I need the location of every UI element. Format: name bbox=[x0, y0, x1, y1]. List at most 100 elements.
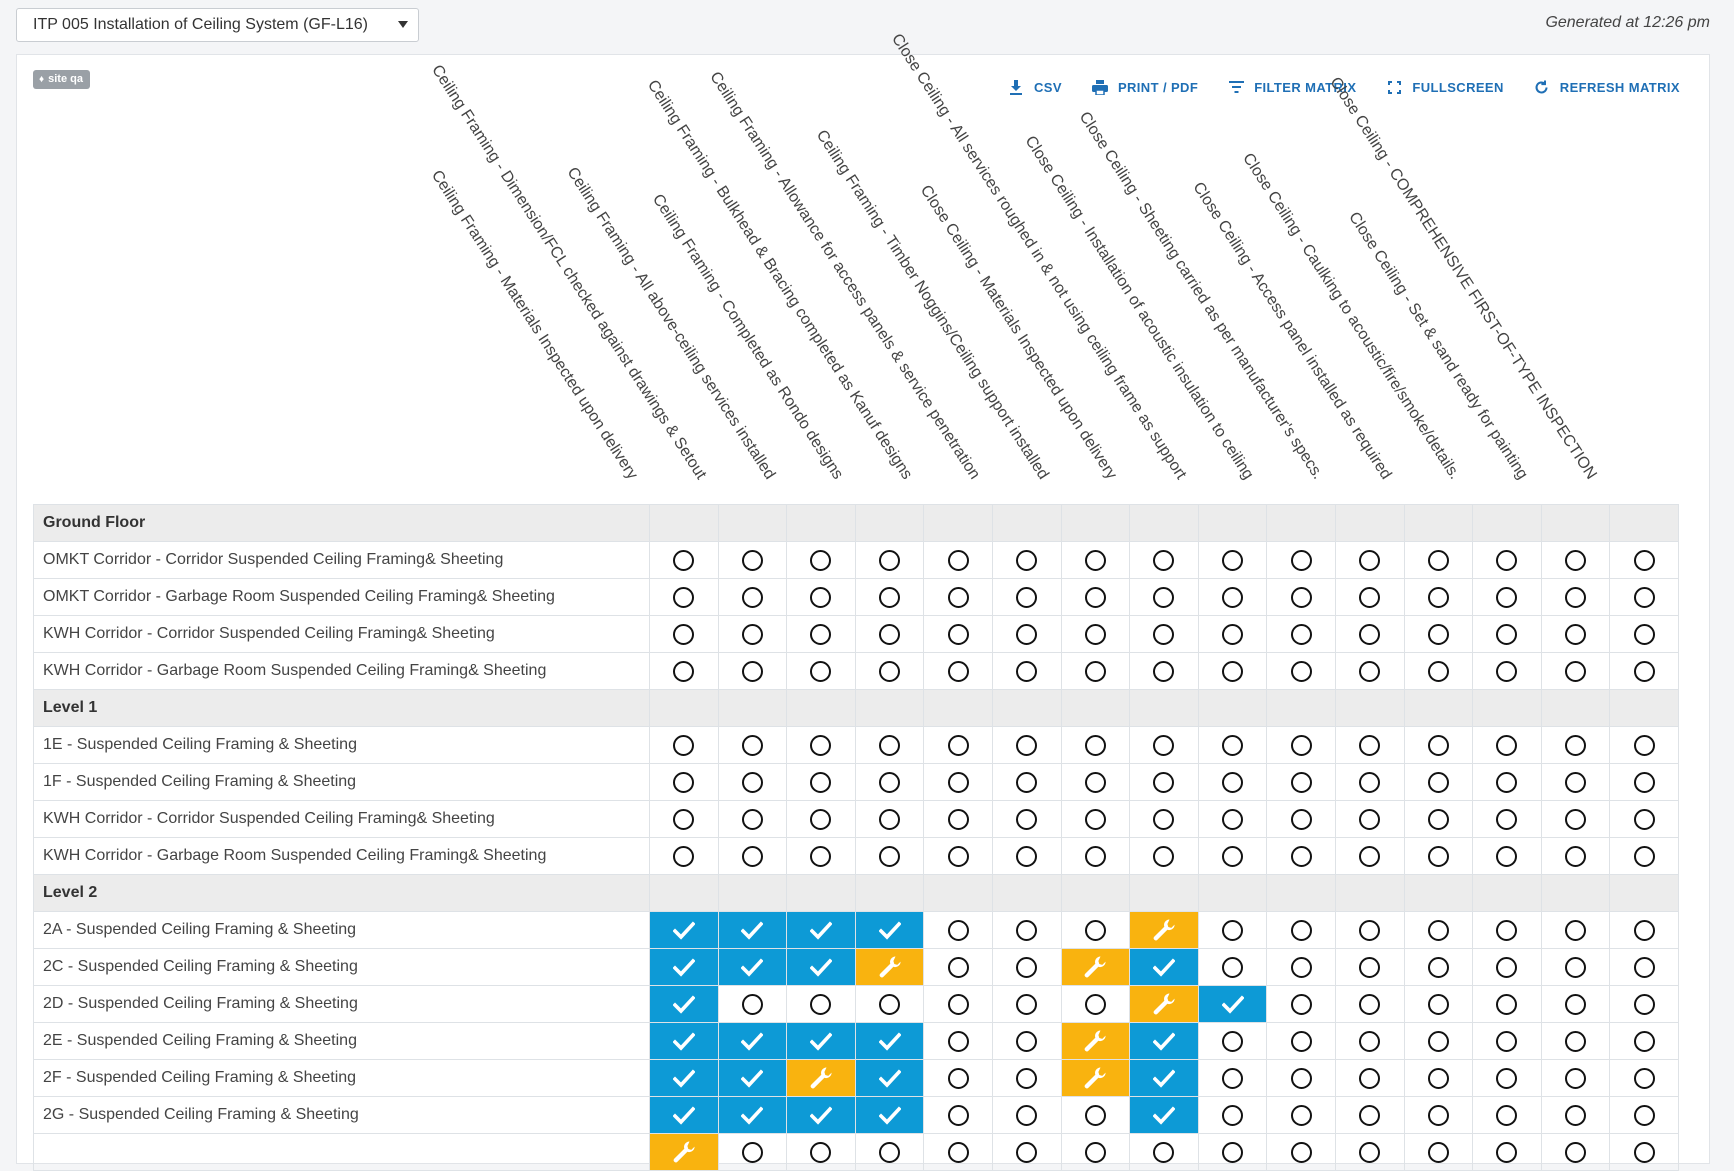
status-cell-not-started[interactable] bbox=[1472, 615, 1542, 653]
status-cell-not-started[interactable] bbox=[1540, 1133, 1611, 1171]
status-cell-not-started[interactable] bbox=[649, 541, 719, 579]
status-cell-not-started[interactable] bbox=[1266, 726, 1336, 764]
status-cell-not-started[interactable] bbox=[991, 800, 1062, 838]
status-cell-not-started[interactable] bbox=[1060, 541, 1131, 579]
status-cell-not-started[interactable] bbox=[1609, 1022, 1679, 1060]
status-cell-completed[interactable] bbox=[649, 948, 719, 986]
status-cell-not-started[interactable] bbox=[991, 615, 1062, 653]
status-cell-not-started[interactable] bbox=[717, 578, 788, 616]
status-cell-not-started[interactable] bbox=[1540, 985, 1611, 1023]
status-cell-not-started[interactable] bbox=[1403, 726, 1474, 764]
status-cell-not-started[interactable] bbox=[1197, 1059, 1268, 1097]
row-label[interactable]: KWH Corridor - Garbage Room Suspended Ce… bbox=[33, 837, 650, 875]
status-cell-not-started[interactable] bbox=[854, 726, 925, 764]
filter-matrix-button[interactable]: FILTER MATRIX bbox=[1228, 79, 1356, 95]
status-cell-not-started[interactable] bbox=[717, 800, 788, 838]
status-cell-not-started[interactable] bbox=[1403, 1022, 1474, 1060]
status-cell-not-started[interactable] bbox=[1060, 652, 1131, 690]
column-header[interactable]: Ceiling Framing - Completed as Rondo des… bbox=[648, 191, 846, 483]
status-cell-not-started[interactable] bbox=[1472, 948, 1542, 986]
status-cell-not-started[interactable] bbox=[786, 541, 856, 579]
status-cell-not-started[interactable] bbox=[1334, 615, 1405, 653]
status-cell-not-started[interactable] bbox=[1197, 652, 1268, 690]
status-cell-not-started[interactable] bbox=[649, 800, 719, 838]
status-cell-not-started[interactable] bbox=[1334, 763, 1405, 801]
status-cell-not-started[interactable] bbox=[1129, 837, 1199, 875]
status-cell-completed[interactable] bbox=[717, 911, 788, 949]
status-cell-not-started[interactable] bbox=[923, 541, 993, 579]
status-cell-not-started[interactable] bbox=[1472, 763, 1542, 801]
status-cell-not-started[interactable] bbox=[1060, 1133, 1131, 1171]
status-cell-not-started[interactable] bbox=[923, 837, 993, 875]
status-cell-not-started[interactable] bbox=[991, 1096, 1062, 1134]
status-cell-not-started[interactable] bbox=[991, 763, 1062, 801]
status-cell-not-started[interactable] bbox=[1472, 800, 1542, 838]
status-cell-not-started[interactable] bbox=[1609, 948, 1679, 986]
status-cell-not-started[interactable] bbox=[1060, 1096, 1131, 1134]
status-cell-not-started[interactable] bbox=[717, 985, 788, 1023]
status-cell-not-started[interactable] bbox=[1609, 1059, 1679, 1097]
status-cell-not-started[interactable] bbox=[1060, 615, 1131, 653]
status-cell-not-started[interactable] bbox=[1609, 837, 1679, 875]
status-cell-completed[interactable] bbox=[854, 1096, 925, 1134]
status-cell-not-started[interactable] bbox=[1266, 652, 1336, 690]
status-cell-completed[interactable] bbox=[649, 1059, 719, 1097]
row-label[interactable]: 1E - Suspended Ceiling Framing & Sheetin… bbox=[33, 726, 650, 764]
status-cell-not-started[interactable] bbox=[1540, 1059, 1611, 1097]
column-header[interactable]: Ceiling Framing - Timber Noggins/Ceiling… bbox=[812, 127, 1052, 483]
status-cell-completed[interactable] bbox=[717, 1059, 788, 1097]
status-cell-not-started[interactable] bbox=[1540, 541, 1611, 579]
status-cell-not-started[interactable] bbox=[1334, 911, 1405, 949]
status-cell-not-started[interactable] bbox=[923, 1096, 993, 1134]
status-cell-not-started[interactable] bbox=[1609, 800, 1679, 838]
status-cell-not-started[interactable] bbox=[649, 615, 719, 653]
status-cell-not-started[interactable] bbox=[1540, 837, 1611, 875]
status-cell-not-started[interactable] bbox=[1129, 578, 1199, 616]
status-cell-not-started[interactable] bbox=[1403, 1096, 1474, 1134]
status-cell-not-started[interactable] bbox=[1540, 948, 1611, 986]
status-cell-not-started[interactable] bbox=[786, 615, 856, 653]
status-cell-not-started[interactable] bbox=[991, 652, 1062, 690]
status-cell-not-started[interactable] bbox=[717, 541, 788, 579]
row-label[interactable]: 2D - Suspended Ceiling Framing & Sheetin… bbox=[33, 985, 650, 1023]
status-cell-not-started[interactable] bbox=[923, 1059, 993, 1097]
status-cell-not-started[interactable] bbox=[717, 652, 788, 690]
status-cell-not-started[interactable] bbox=[1266, 615, 1336, 653]
status-cell-not-started[interactable] bbox=[1266, 837, 1336, 875]
status-cell-not-started[interactable] bbox=[1403, 652, 1474, 690]
status-cell-not-started[interactable] bbox=[717, 837, 788, 875]
row-label[interactable]: 2A - Suspended Ceiling Framing & Sheetin… bbox=[33, 911, 650, 949]
status-cell-completed[interactable] bbox=[786, 1022, 856, 1060]
status-cell-not-started[interactable] bbox=[991, 911, 1062, 949]
csv-button[interactable]: CSV bbox=[1008, 79, 1062, 95]
status-cell-not-started[interactable] bbox=[854, 615, 925, 653]
status-cell-not-started[interactable] bbox=[1334, 652, 1405, 690]
column-header[interactable]: Close Ceiling - Access panel installed a… bbox=[1188, 179, 1394, 483]
status-cell-not-started[interactable] bbox=[1403, 615, 1474, 653]
status-cell-not-started[interactable] bbox=[1334, 837, 1405, 875]
column-header[interactable]: Ceiling Framing - Materials Inspected up… bbox=[427, 167, 641, 483]
status-cell-not-started[interactable] bbox=[1609, 652, 1679, 690]
status-cell-not-started[interactable] bbox=[786, 763, 856, 801]
status-cell-not-started[interactable] bbox=[649, 837, 719, 875]
status-cell-rework[interactable] bbox=[1129, 911, 1199, 949]
status-cell-rework[interactable] bbox=[1060, 948, 1131, 986]
status-cell-not-started[interactable] bbox=[1266, 1059, 1336, 1097]
status-cell-not-started[interactable] bbox=[1403, 1059, 1474, 1097]
column-header[interactable]: Ceiling Framing - All above-ceiling serv… bbox=[562, 164, 778, 483]
tag-badge[interactable]: ♦ site qa bbox=[33, 70, 90, 89]
status-cell-not-started[interactable] bbox=[786, 578, 856, 616]
status-cell-not-started[interactable] bbox=[1403, 911, 1474, 949]
status-cell-not-started[interactable] bbox=[786, 652, 856, 690]
status-cell-not-started[interactable] bbox=[1266, 985, 1336, 1023]
status-cell-completed[interactable] bbox=[854, 1059, 925, 1097]
status-cell-not-started[interactable] bbox=[923, 763, 993, 801]
row-label[interactable]: 2C - Suspended Ceiling Framing & Sheetin… bbox=[33, 948, 650, 986]
status-cell-not-started[interactable] bbox=[923, 800, 993, 838]
status-cell-not-started[interactable] bbox=[1609, 578, 1679, 616]
status-cell-not-started[interactable] bbox=[854, 763, 925, 801]
status-cell-not-started[interactable] bbox=[1403, 985, 1474, 1023]
status-cell-not-started[interactable] bbox=[1334, 1096, 1405, 1134]
status-cell-not-started[interactable] bbox=[1060, 763, 1131, 801]
status-cell-not-started[interactable] bbox=[923, 652, 993, 690]
